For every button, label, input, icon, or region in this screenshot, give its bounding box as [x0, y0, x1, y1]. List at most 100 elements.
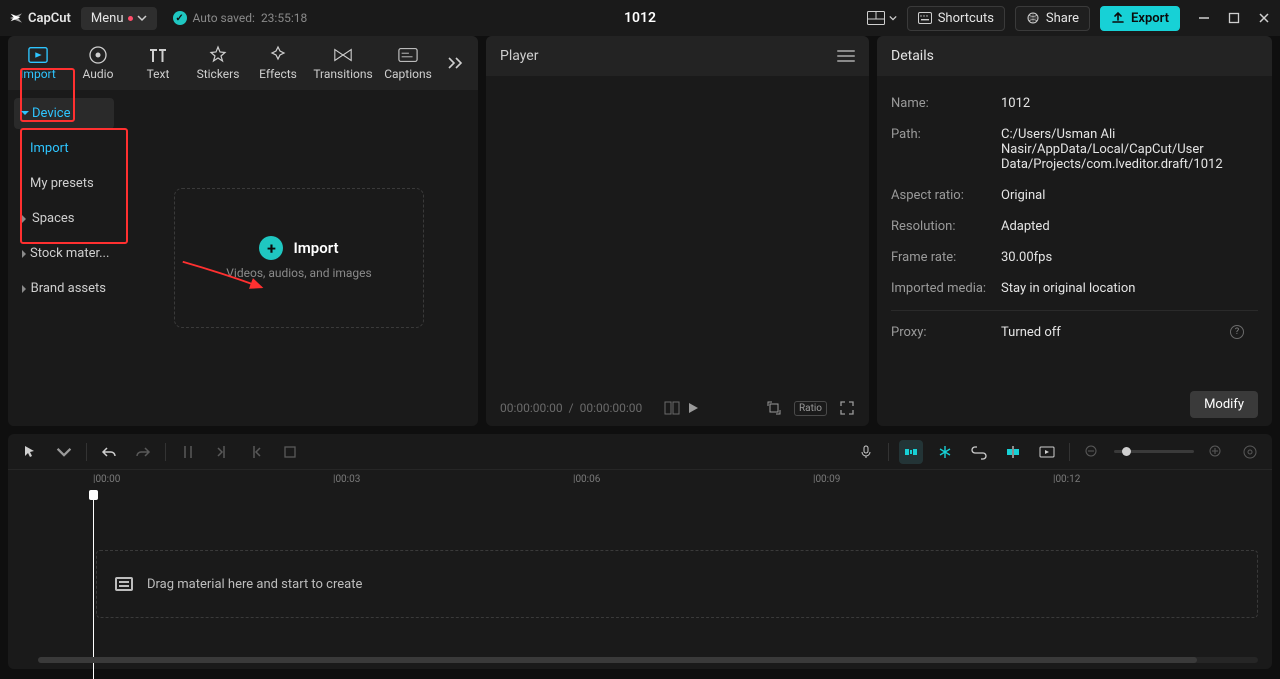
zoom-out-button[interactable] — [1080, 440, 1104, 464]
detail-key: Frame rate: — [891, 250, 1001, 265]
ribbon-label: Captions — [384, 67, 432, 81]
sidebar-item-spaces[interactable]: Spaces — [14, 203, 114, 234]
redo-button[interactable] — [131, 440, 155, 464]
pointer-tool[interactable] — [18, 440, 42, 464]
ribbon-effects[interactable]: Effects — [248, 36, 308, 90]
double-chevron-right-icon — [447, 56, 465, 70]
media-panel: Import Audio Text Stickers Effects Trans… — [8, 36, 478, 426]
undo-button[interactable] — [97, 440, 121, 464]
shortcuts-button[interactable]: Shortcuts — [907, 6, 1005, 31]
zoom-slider-knob[interactable] — [1122, 447, 1131, 456]
pointer-dropdown[interactable] — [52, 440, 76, 464]
time-sep: / — [569, 401, 574, 415]
app-name: CapCut — [28, 11, 71, 26]
autosave-status: ✓ Auto saved: 23:55:18 — [173, 11, 308, 25]
delete-tool[interactable] — [278, 440, 302, 464]
chevron-down-icon — [889, 14, 897, 22]
autosave-label: Auto saved: — [193, 11, 255, 25]
autosave-time: 23:55:18 — [261, 11, 307, 25]
ribbon-scroll-right[interactable] — [442, 56, 470, 70]
timeline-scrollbar[interactable] — [38, 657, 1258, 663]
workarea: Import Audio Text Stickers Effects Trans… — [0, 36, 1280, 426]
ruler-tick: |00:06 — [573, 474, 600, 485]
timeline-panel: |00:00|00:03|00:06|00:09|00:12 Drag mate… — [8, 434, 1272, 669]
app-logo: CapCut — [8, 10, 71, 26]
player-menu-button[interactable] — [837, 50, 855, 62]
sidebar-item-presets[interactable]: My presets — [14, 168, 114, 199]
timeline-drop-hint[interactable]: Drag material here and start to create — [96, 550, 1258, 618]
detail-value: Turned off — [1001, 325, 1258, 340]
menu-button[interactable]: Menu — [81, 7, 157, 30]
play-button[interactable] — [686, 401, 700, 415]
ribbon-stickers[interactable]: Stickers — [188, 36, 248, 90]
split-tool[interactable] — [176, 440, 200, 464]
scale-icon[interactable] — [766, 400, 782, 416]
share-label: Share — [1046, 11, 1079, 26]
sidebar-item-label: Spaces — [32, 211, 75, 226]
caret-right-icon — [22, 250, 26, 258]
snap-marker-button[interactable] — [1001, 440, 1025, 464]
player-controls: 00:00:00:00 / 00:00:00:00 Ratio — [486, 390, 869, 426]
close-button[interactable] — [1256, 10, 1272, 26]
mic-button[interactable] — [854, 440, 878, 464]
ruler-tick: |00:09 — [813, 474, 840, 485]
share-button[interactable]: Share — [1015, 6, 1090, 31]
trim-left-tool[interactable] — [210, 440, 234, 464]
zoom-fit-button[interactable] — [1238, 440, 1262, 464]
export-button[interactable]: Export — [1100, 6, 1180, 31]
timeline-tracks[interactable]: Drag material here and start to create — [8, 492, 1272, 669]
ribbon-transitions[interactable]: Transitions — [308, 36, 378, 90]
dropzone-title: Import — [293, 239, 338, 257]
scrollbar-thumb[interactable] — [38, 657, 1197, 663]
magnet-auto-button[interactable] — [933, 440, 957, 464]
export-icon — [1111, 11, 1125, 25]
ruler-tick: |00:12 — [1053, 474, 1080, 485]
chevron-down-icon — [137, 13, 147, 23]
help-icon[interactable]: ? — [1230, 325, 1244, 339]
details-body: Name:1012 Path:C:/Users/Usman Ali Nasir/… — [877, 76, 1272, 382]
timeline-ruler[interactable]: |00:00|00:03|00:06|00:09|00:12 — [8, 470, 1272, 492]
sidebar-item-stock[interactable]: Stock mater... — [14, 238, 114, 269]
trim-right-tool[interactable] — [244, 440, 268, 464]
zoom-in-button[interactable] — [1204, 440, 1228, 464]
ribbon-label: Import — [20, 67, 56, 81]
detail-value: Stay in original location — [1001, 281, 1258, 296]
ribbon-audio[interactable]: Audio — [68, 36, 128, 90]
sidebar-item-import[interactable]: Import — [14, 133, 114, 164]
ratio-button[interactable]: Ratio — [794, 401, 827, 416]
ribbon-text[interactable]: Text — [128, 36, 188, 90]
audio-icon — [88, 45, 108, 65]
modify-button[interactable]: Modify — [1190, 391, 1258, 418]
detail-key: Proxy: — [891, 325, 1001, 340]
ribbon-label: Audio — [83, 67, 114, 81]
link-button[interactable] — [967, 440, 991, 464]
import-dropzone[interactable]: + Import Videos, audios, and images — [174, 188, 424, 328]
ribbon: Import Audio Text Stickers Effects Trans… — [8, 36, 478, 90]
preview-render-button[interactable] — [1035, 440, 1059, 464]
check-icon: ✓ — [173, 11, 187, 25]
compare-icon[interactable] — [664, 401, 680, 415]
import-icon — [28, 45, 48, 65]
caret-right-icon — [22, 215, 28, 223]
fullscreen-icon[interactable] — [839, 400, 855, 416]
playhead[interactable] — [93, 492, 94, 679]
layout-button[interactable] — [867, 11, 897, 25]
magnet-main-button[interactable] — [899, 440, 923, 464]
detail-value: Original — [1001, 188, 1258, 203]
detail-key: Path: — [891, 127, 1001, 172]
player-viewport[interactable] — [486, 76, 869, 390]
menu-dot-icon — [128, 16, 133, 21]
detail-value: Adapted — [1001, 219, 1258, 234]
ribbon-captions[interactable]: Captions — [378, 36, 438, 90]
minimize-button[interactable] — [1196, 10, 1212, 26]
detail-key: Imported media: — [891, 281, 1001, 296]
titlebar: CapCut Menu ✓ Auto saved: 23:55:18 1012 … — [0, 0, 1280, 36]
maximize-button[interactable] — [1226, 10, 1242, 26]
detail-value: C:/Users/Usman Ali Nasir/AppData/Local/C… — [1001, 127, 1258, 172]
details-header: Details — [877, 36, 1272, 76]
sidebar-item-brand[interactable]: Brand assets — [14, 273, 114, 304]
zoom-slider[interactable] — [1114, 450, 1194, 453]
sidebar-item-device[interactable]: Device — [14, 98, 114, 129]
ribbon-import[interactable]: Import — [8, 36, 68, 90]
plus-icon: + — [259, 236, 283, 260]
